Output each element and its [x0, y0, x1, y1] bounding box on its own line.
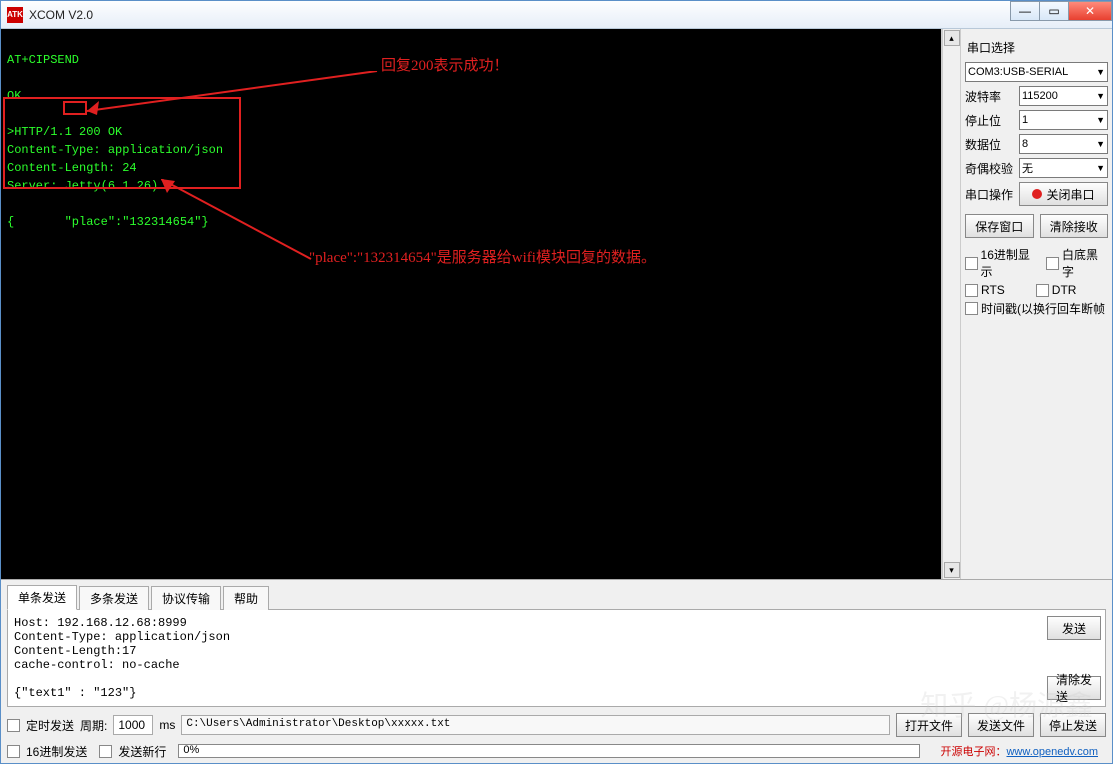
chevron-down-icon: ▼: [1096, 139, 1105, 149]
baud-label: 波特率: [965, 88, 1015, 105]
newline-checkbox[interactable]: [99, 745, 112, 758]
terminal-scrollbar[interactable]: ▴ ▾: [942, 29, 960, 579]
databit-label: 数据位: [965, 136, 1015, 153]
stopbit-label: 停止位: [965, 112, 1015, 129]
hex-send-label: 16进制发送: [26, 743, 87, 760]
port-select[interactable]: COM3:USB-SERIAL ▼: [965, 62, 1108, 82]
clear-send-button[interactable]: 清除发送: [1047, 676, 1101, 700]
serial-section-title: 串口选择: [967, 39, 1108, 56]
rts-label: RTS: [981, 283, 1005, 297]
stop-send-button[interactable]: 停止发送: [1040, 713, 1106, 737]
annotation-box-200: [63, 101, 87, 115]
period-input[interactable]: [113, 715, 153, 735]
scroll-up-icon[interactable]: ▴: [944, 30, 960, 46]
tab-protocol[interactable]: 协议传输: [151, 586, 221, 610]
timed-send-label: 定时发送: [26, 717, 74, 734]
tab-help[interactable]: 帮助: [223, 586, 269, 610]
tab-single-send[interactable]: 单条发送: [7, 585, 77, 610]
hex-display-checkbox[interactable]: [965, 257, 978, 270]
close-serial-button[interactable]: 关闭串口: [1019, 182, 1108, 206]
newline-label: 发送新行: [118, 743, 166, 760]
parity-label: 奇偶校验: [965, 160, 1015, 177]
timestamp-label: 时间戳(以换行回车断帧: [981, 300, 1105, 317]
maximize-button[interactable]: ▭: [1039, 1, 1069, 21]
hex-display-label: 16进制显示: [981, 246, 1040, 280]
chevron-down-icon: ▼: [1096, 67, 1105, 77]
footer-link: 开源电子网：www.openedv.com: [932, 741, 1106, 761]
terminal-text: AT+CIPSEND OK >HTTP/1.1 200 OK Content-T…: [7, 53, 223, 229]
close-button[interactable]: ✕: [1068, 1, 1112, 21]
chevron-down-icon: ▼: [1096, 91, 1105, 101]
terminal-output: AT+CIPSEND OK >HTTP/1.1 200 OK Content-T…: [1, 29, 942, 579]
white-bg-checkbox[interactable]: [1046, 257, 1059, 270]
minimize-button[interactable]: —: [1010, 1, 1040, 21]
annotation-text-2: "place":"132314654"是服务器给wifi模块回复的数据。: [309, 247, 739, 270]
window-title: XCOM V2.0: [29, 8, 93, 22]
timestamp-checkbox[interactable]: [965, 302, 978, 315]
baud-select[interactable]: 115200▼: [1019, 86, 1108, 106]
stopbit-select[interactable]: 1▼: [1019, 110, 1108, 130]
app-icon: ATK: [7, 7, 23, 23]
chevron-down-icon: ▼: [1096, 115, 1105, 125]
file-path-field[interactable]: C:\Users\Administrator\Desktop\xxxxx.txt: [181, 715, 890, 735]
parity-select[interactable]: 无▼: [1019, 158, 1108, 178]
chevron-down-icon: ▼: [1096, 163, 1105, 173]
rts-checkbox[interactable]: [965, 284, 978, 297]
send-tabs: 单条发送 多条发送 协议传输 帮助: [1, 580, 1112, 609]
annotation-text-1: 回复200表示成功！: [381, 55, 509, 78]
progress-value: 0%: [183, 744, 199, 756]
open-file-button[interactable]: 打开文件: [896, 713, 962, 737]
period-unit: ms: [159, 718, 175, 732]
save-window-button[interactable]: 保存窗口: [965, 214, 1034, 238]
serial-op-label: 串口操作: [965, 186, 1015, 203]
hex-send-checkbox[interactable]: [7, 745, 20, 758]
send-button[interactable]: 发送: [1047, 616, 1101, 640]
period-label: 周期:: [80, 717, 107, 734]
progress-bar: 0%: [178, 744, 920, 758]
footer-url[interactable]: www.openedv.com: [1006, 746, 1098, 758]
tab-multi-send[interactable]: 多条发送: [79, 586, 149, 610]
dtr-checkbox[interactable]: [1036, 284, 1049, 297]
annotation-arrow-1: [87, 71, 387, 121]
clear-receive-button[interactable]: 清除接收: [1040, 214, 1109, 238]
send-file-button[interactable]: 发送文件: [968, 713, 1034, 737]
titlebar: ATK XCOM V2.0 — ▭ ✕: [1, 1, 1112, 29]
send-textarea[interactable]: Host: 192.168.12.68:8999 Content-Type: a…: [8, 610, 1047, 706]
bottom-pane: 单条发送 多条发送 协议传输 帮助 Host: 192.168.12.68:89…: [1, 579, 1112, 763]
dtr-label: DTR: [1052, 283, 1077, 297]
white-bg-label: 白底黑字: [1062, 246, 1108, 280]
scroll-down-icon[interactable]: ▾: [944, 562, 960, 578]
sidebar: 串口选择 COM3:USB-SERIAL ▼ 波特率 115200▼ 停止位 1▼…: [960, 29, 1112, 579]
databit-select[interactable]: 8▼: [1019, 134, 1108, 154]
timed-send-checkbox[interactable]: [7, 719, 20, 732]
port-value: COM3:USB-SERIAL: [968, 66, 1068, 78]
